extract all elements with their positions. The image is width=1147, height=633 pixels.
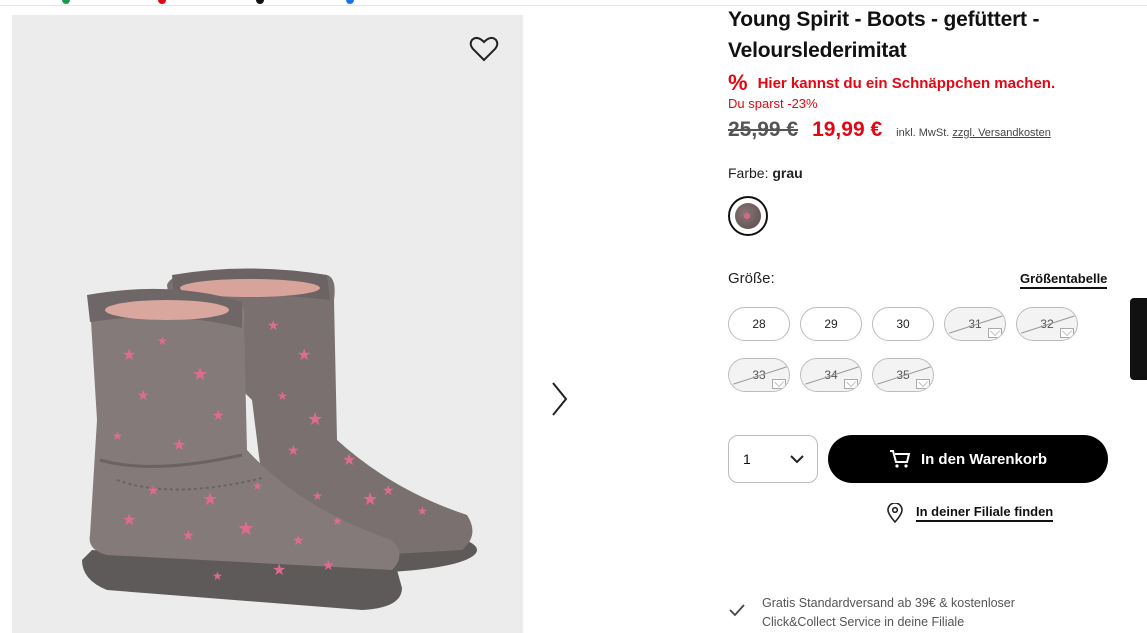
size-option-label: 34 <box>824 368 838 382</box>
svg-text:★: ★ <box>122 347 136 364</box>
product-image-gallery[interactable]: ★ ★ ★ ★ ★ ★ ★ ★ ★ ★ ★ ★ ★ ★ ★ ★ ★ ★ ★ ★ ★ ★ ★ ★ ★ ★ ★… <box>12 15 523 633</box>
svg-text:★: ★ <box>182 527 195 543</box>
size-option-label: 30 <box>896 317 910 331</box>
size-label: Größe: <box>728 270 775 287</box>
old-price: 25,99 € <box>728 118 799 141</box>
mail-icon <box>988 328 1002 338</box>
find-in-store-label: In deiner Filiale finden <box>916 504 1054 522</box>
price-row: 25,99 € 19,99 € inkl. MwSt. zzgl. Versan… <box>728 118 1051 142</box>
color-value: grau <box>772 165 803 181</box>
size-option-33[interactable]: 33 <box>728 358 790 392</box>
svg-text:★: ★ <box>362 489 378 509</box>
bookmark-dot <box>62 0 70 4</box>
size-option-31[interactable]: 31 <box>944 307 1006 341</box>
add-to-cart-label: In den Warenkorb <box>920 450 1048 468</box>
bookmark-dot <box>256 0 264 4</box>
shipping-info: Gratis Standardversand ab 39€ & kostenlo… <box>728 594 1062 632</box>
color-label: Farbe: grau <box>728 165 803 181</box>
deal-banner: % Hier kannst du ein Schnäppchen machen. <box>728 72 1055 94</box>
savings-text: Du sparst -23% <box>728 96 818 111</box>
svg-text:★: ★ <box>267 317 280 333</box>
new-price: 19,99 € <box>812 118 883 141</box>
size-option-30[interactable]: 30 <box>872 307 934 341</box>
svg-text:★: ★ <box>277 389 288 403</box>
svg-text:★: ★ <box>332 514 343 528</box>
shipping-info-text: Gratis Standardversand ab 39€ & kostenlo… <box>762 596 1015 629</box>
svg-text:★: ★ <box>297 347 311 364</box>
svg-text:★: ★ <box>312 489 323 503</box>
size-option-label: 35 <box>896 368 910 382</box>
find-in-store-link[interactable]: In deiner Filiale finden <box>886 503 1054 523</box>
product-title: Young Spirit - Boots - gefüttert - Velou… <box>728 8 1040 62</box>
size-option-35[interactable]: 35 <box>872 358 934 392</box>
svg-text:★: ★ <box>212 569 223 583</box>
shipping-costs-link[interactable]: zzgl. Versandkosten <box>952 127 1050 139</box>
mail-icon <box>772 379 786 389</box>
size-option-32[interactable]: 32 <box>1016 307 1078 341</box>
heart-icon[interactable] <box>469 35 499 63</box>
add-to-cart-button[interactable]: In den Warenkorb <box>828 435 1108 483</box>
svg-text:★: ★ <box>272 562 286 579</box>
bookmark-dot <box>346 0 354 4</box>
svg-text:★: ★ <box>322 557 335 573</box>
svg-text:★: ★ <box>212 407 225 423</box>
svg-text:★: ★ <box>292 532 305 548</box>
size-option-label: 32 <box>1040 317 1054 331</box>
chevron-right-icon[interactable] <box>546 380 570 418</box>
svg-text:★: ★ <box>417 504 428 518</box>
tax-info: inkl. MwSt. zzgl. Versandkosten <box>896 127 1051 139</box>
color-swatch-grau[interactable] <box>728 196 768 236</box>
svg-text:★: ★ <box>382 482 395 498</box>
svg-text:★: ★ <box>287 442 300 458</box>
svg-text:★: ★ <box>112 429 123 443</box>
svg-text:★: ★ <box>157 334 168 348</box>
svg-text:★: ★ <box>122 512 136 529</box>
size-option-label: 33 <box>752 368 766 382</box>
size-option-label: 31 <box>968 317 982 331</box>
svg-text:★: ★ <box>307 409 323 429</box>
mail-icon <box>916 379 930 389</box>
quantity-select[interactable]: 1 <box>728 435 818 483</box>
feedback-side-tab[interactable] <box>1130 298 1147 380</box>
bookmark-dot <box>158 0 166 4</box>
cart-icon <box>889 450 911 468</box>
mail-icon <box>844 379 858 389</box>
deal-text: Hier kannst du ein Schnäppchen machen. <box>757 74 1056 92</box>
location-pin-icon <box>887 503 903 523</box>
quantity-value: 1 <box>743 451 751 467</box>
svg-text:★: ★ <box>147 482 160 498</box>
svg-text:★: ★ <box>172 437 186 454</box>
size-option-28[interactable]: 28 <box>728 307 790 341</box>
chevron-down-icon <box>790 455 804 464</box>
product-image-boots: ★★ ★★ ★★ ★★ ★★ ★★ ★ ★ ★★ ★★ ★★ ★★ ★★ ★★ ★… <box>82 268 477 610</box>
svg-text:★: ★ <box>202 489 218 509</box>
size-option-label: 28 <box>752 317 766 331</box>
checkmark-icon <box>729 604 745 617</box>
svg-text:★: ★ <box>192 364 208 384</box>
mail-icon <box>1060 328 1074 338</box>
svg-text:★: ★ <box>342 452 356 469</box>
percent-icon: % <box>728 70 748 95</box>
tax-text: inkl. MwSt. <box>896 127 950 139</box>
svg-text:★: ★ <box>137 387 150 403</box>
size-option-34[interactable]: 34 <box>800 358 862 392</box>
size-option-29[interactable]: 29 <box>800 307 862 341</box>
size-table-link[interactable]: Größentabelle <box>1020 271 1108 289</box>
size-option-label: 29 <box>824 317 838 331</box>
color-swatch-image <box>735 203 761 229</box>
svg-text:★: ★ <box>237 518 255 540</box>
color-label-text: Farbe: <box>728 165 769 181</box>
svg-text:★: ★ <box>252 479 263 493</box>
